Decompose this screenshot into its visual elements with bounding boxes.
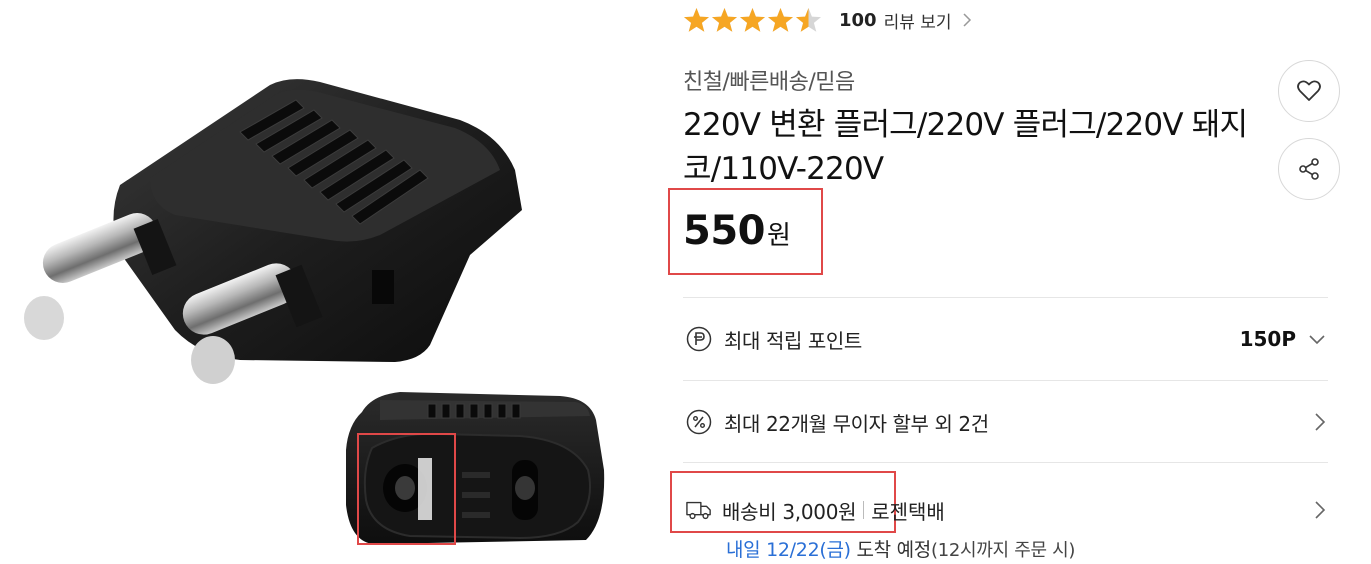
product-title: 220V 변환 플러그/220V 플러그/220V 돼지코/110V-220V (683, 107, 1248, 187)
star-icon (712, 7, 737, 32)
chevron-right-icon (963, 13, 971, 27)
shipping-row[interactable]: 배송비 3,000원 로젠택배 (683, 492, 1328, 528)
eta-note: (12시까지 주문 시) (930, 540, 1076, 561)
rating-row[interactable]: 100 리뷰 보기 (683, 5, 972, 35)
eta-date: 내일 12/22(금) (726, 539, 851, 561)
review-count: 100 (839, 9, 877, 31)
chevron-right-icon (1315, 501, 1326, 519)
share-button[interactable] (1278, 138, 1340, 200)
eta-text: 도착 예정 (850, 539, 932, 561)
star-rating (683, 7, 822, 34)
star-icon (740, 7, 765, 32)
share-icon (1299, 158, 1319, 180)
divider (683, 380, 1328, 381)
delivery-truck-icon (686, 501, 711, 520)
review-link[interactable]: 리뷰 보기 (884, 8, 952, 33)
shipping-fee: 배송비 3,000원 (722, 499, 857, 524)
product-info-panel: 100 리뷰 보기 친철/빠른배송/믿음 220V 변환 플러그/220V 플러… (683, 0, 1340, 564)
like-button[interactable] (1278, 60, 1340, 122)
product-image (0, 0, 650, 564)
divider (683, 462, 1328, 463)
chevron-down-icon (1309, 335, 1325, 345)
points-label: 최대 적립 포인트 (724, 328, 862, 353)
courier-name: 로젠택배 (871, 499, 945, 524)
star-icon (768, 7, 793, 32)
star-icon (796, 7, 821, 32)
price: 550 원 (683, 208, 791, 254)
heart-icon (1297, 80, 1321, 101)
price-value: 550 (683, 208, 766, 254)
divider (683, 297, 1328, 298)
points-row[interactable]: 최대 적립 포인트 150P (683, 299, 1328, 379)
points-value: 150P (1239, 327, 1296, 351)
socket-highlight-box (357, 433, 456, 545)
delivery-eta: 내일 12/22(금) 도착 예정(12시까지 주문 시) (726, 535, 1075, 562)
seller-tags: 친철/빠른배송/믿음 (683, 70, 855, 95)
star-icon (684, 7, 709, 32)
installment-row[interactable]: 최대 22개월 무이자 할부 외 2건 (683, 382, 1328, 462)
installment-label: 최대 22개월 무이자 할부 외 2건 (724, 411, 989, 436)
price-unit: 원 (767, 221, 791, 251)
point-coin-icon (686, 326, 712, 352)
separator (863, 501, 865, 519)
chevron-right-icon (1315, 413, 1326, 431)
plug-adapter-illustration (24, 79, 605, 544)
percent-icon (686, 409, 712, 435)
